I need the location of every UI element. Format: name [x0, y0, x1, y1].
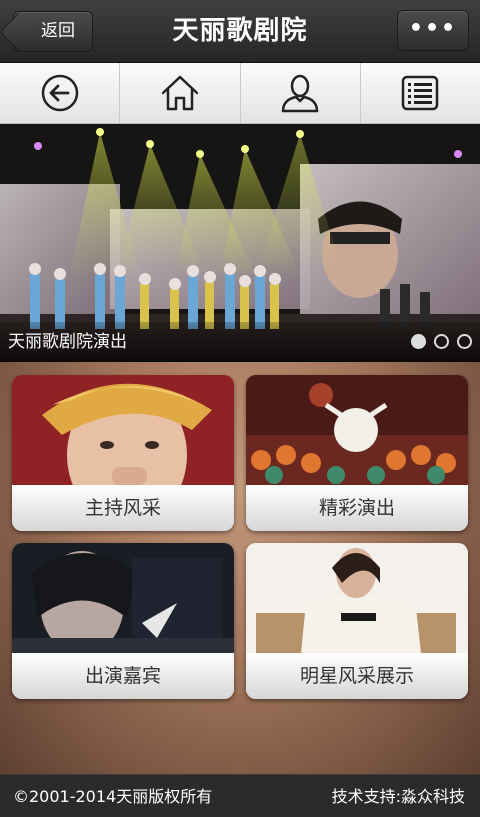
card-star-image: [246, 543, 468, 653]
nav-list[interactable]: [361, 63, 480, 123]
back-arrow-icon: [41, 74, 78, 112]
card-performance-label: 精彩演出: [246, 485, 468, 531]
nav-bar: [0, 63, 480, 124]
more-button[interactable]: •••: [397, 10, 469, 51]
nav-back[interactable]: [0, 63, 121, 123]
tech-support-text: 技术支持:淼众科技: [331, 787, 465, 806]
back-button-label: 返回: [41, 21, 75, 41]
slider-dot[interactable]: [434, 334, 449, 349]
card-guests-label: 出演嘉宾: [12, 653, 234, 699]
nav-user[interactable]: [241, 63, 361, 123]
nav-home[interactable]: [120, 63, 241, 123]
banner-caption: 天丽歌剧院演出: [8, 332, 127, 352]
copyright-text: ©2001-2014天丽版权所有: [13, 787, 213, 806]
card-host[interactable]: 主持风采: [12, 375, 234, 531]
page-title: 天丽歌剧院: [172, 16, 308, 46]
slider-dot[interactable]: [411, 334, 426, 349]
card-performance-image: [246, 375, 468, 485]
card-guests[interactable]: 出演嘉宾: [12, 543, 234, 699]
banner-slider[interactable]: 天丽歌剧院演出: [0, 124, 480, 362]
card-guests-image: [12, 543, 234, 653]
slider-dot[interactable]: [457, 334, 472, 349]
content-area: 主持风采 精彩演出 出演嘉宾 明星风采展示: [0, 362, 480, 774]
card-performance[interactable]: 精彩演出: [246, 375, 468, 531]
user-icon: [281, 74, 319, 113]
home-icon: [161, 75, 199, 111]
back-button[interactable]: 返回: [13, 11, 93, 52]
card-star-showcase[interactable]: 明星风采展示: [246, 543, 468, 699]
footer: ©2001-2014天丽版权所有 技术支持:淼众科技: [0, 774, 480, 817]
card-star-label: 明星风采展示: [246, 653, 468, 699]
list-icon: [402, 75, 439, 111]
card-host-image: [12, 375, 234, 485]
top-bar: 返回 天丽歌剧院 •••: [0, 0, 480, 63]
slider-dots: [411, 334, 472, 349]
card-host-label: 主持风采: [12, 485, 234, 531]
